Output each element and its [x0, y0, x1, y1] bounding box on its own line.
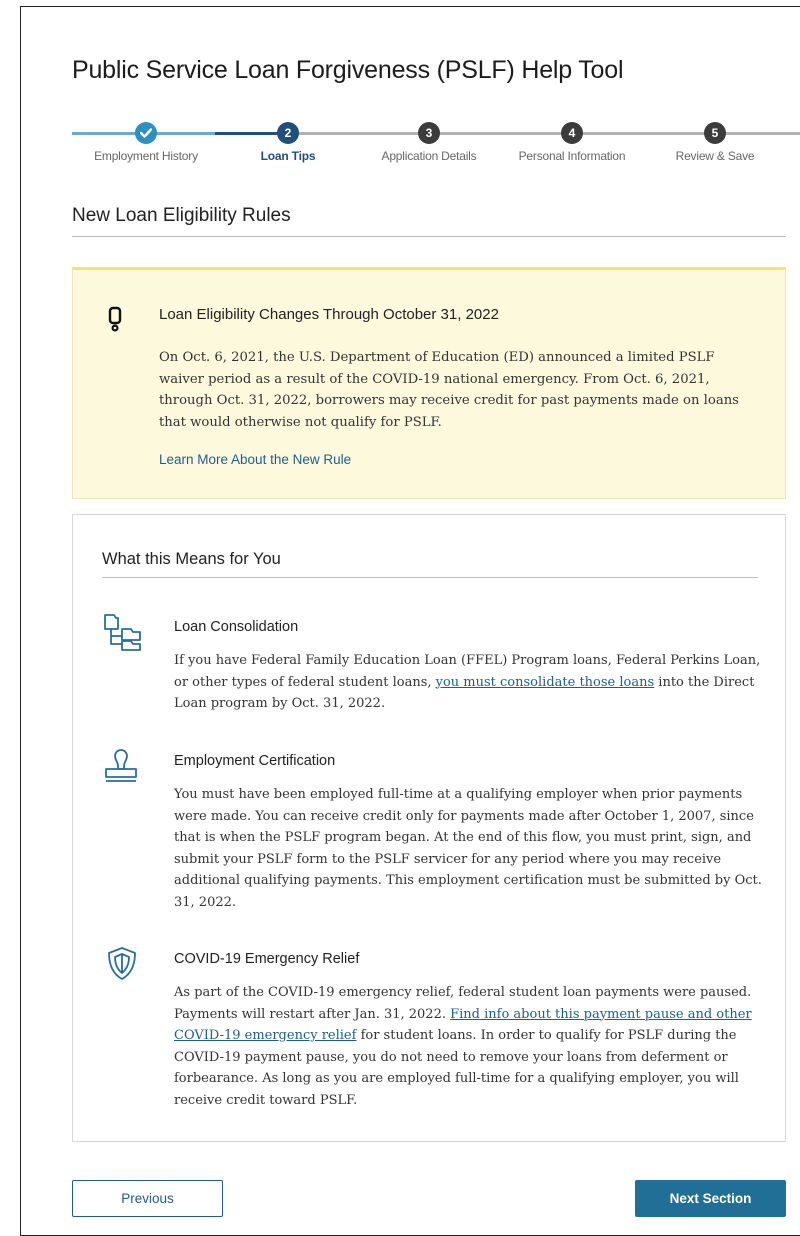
progress-stepper: Employment History 2 Loan Tips 3 Applica… — [72, 122, 800, 172]
item-body: If you have Federal Family Education Loa… — [174, 650, 764, 715]
step-loan-tips[interactable]: 2 Loan Tips — [218, 122, 358, 163]
step-label: Loan Tips — [260, 149, 316, 163]
what-this-means-card: What this Means for You Loan Consolidati… — [72, 514, 786, 1142]
item-title: Loan Consolidation — [174, 619, 299, 635]
alert-body: On Oct. 6, 2021, the U.S. Department of … — [159, 350, 739, 430]
item-title: Employment Certification — [174, 753, 336, 769]
step-application-details[interactable]: 3 Application Details — [359, 122, 499, 163]
consolidate-loans-link[interactable]: you must consolidate those loans — [436, 675, 655, 690]
step-number: 2 — [277, 122, 299, 144]
section-title: New Loan Eligibility Rules — [72, 205, 291, 226]
step-personal-information[interactable]: 4 Personal Information — [502, 122, 642, 163]
exclamation-icon — [107, 306, 123, 337]
step-number: 4 — [561, 122, 583, 144]
item-title: COVID-19 Emergency Relief — [174, 951, 360, 967]
folder-tree-icon — [102, 613, 142, 656]
step-label: Employment History — [94, 149, 198, 163]
card-title: What this Means for You — [102, 550, 281, 568]
check-icon — [135, 122, 157, 144]
page-title: Public Service Loan Forgiveness (PSLF) H… — [72, 56, 624, 84]
shield-icon — [102, 945, 142, 988]
section-divider — [72, 236, 786, 237]
step-review-save[interactable]: 5 Review & Save — [645, 122, 785, 163]
step-number: 5 — [704, 122, 726, 144]
next-section-button[interactable]: Next Section — [635, 1180, 786, 1217]
stamp-icon — [102, 747, 142, 790]
step-number: 3 — [418, 122, 440, 144]
step-label: Application Details — [381, 149, 477, 163]
item-body: You must have been employed full-time at… — [174, 787, 762, 910]
previous-button[interactable]: Previous — [72, 1180, 223, 1217]
step-employment-history[interactable]: Employment History — [76, 122, 216, 163]
card-divider — [102, 577, 758, 578]
learn-more-link[interactable]: Learn More About the New Rule — [159, 452, 351, 467]
step-label: Personal Information — [518, 149, 626, 163]
eligibility-alert: Loan Eligibility Changes Through October… — [72, 267, 786, 499]
item-body: As part of the COVID-19 emergency relief… — [174, 982, 764, 1111]
alert-title: Loan Eligibility Changes Through October… — [159, 306, 499, 323]
step-label: Review & Save — [675, 149, 755, 163]
